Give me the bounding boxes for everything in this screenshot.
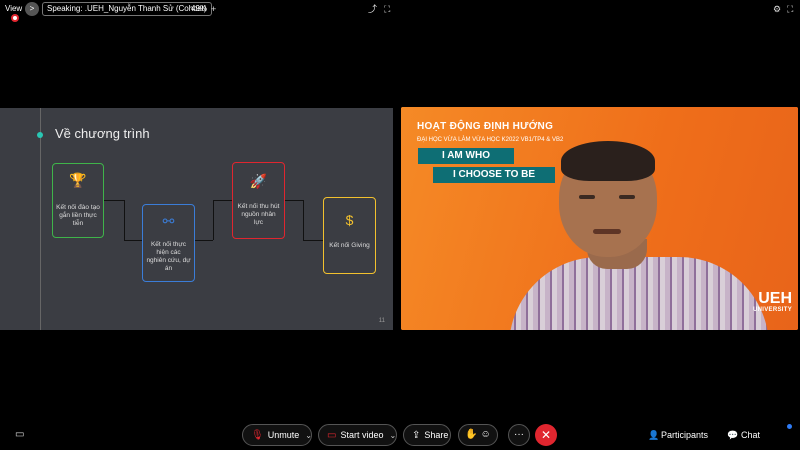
zoom-in-icon[interactable]: + [211, 3, 216, 15]
share-screen-icon[interactable]: ⤴ [368, 3, 377, 15]
video-banner-title: HOẠT ĐỘNG ĐỊNH HƯỚNG [417, 121, 554, 132]
speaker-eye [619, 195, 635, 199]
connector-line [213, 200, 214, 240]
card-label: Kết nối thu hút nguồn nhân lực [237, 203, 280, 226]
captions-icon[interactable]: ▭ [15, 429, 24, 440]
participant-video[interactable]: HOẠT ĐỘNG ĐỊNH HƯỚNG ĐẠI HỌC VỪA LÀM VỪA… [401, 107, 798, 330]
zoom-level: 49% [191, 4, 208, 13]
chat-button[interactable]: Chat [741, 430, 760, 440]
network-icon: ⚯ [162, 213, 175, 229]
participants-button[interactable]: Participants [661, 430, 708, 440]
leave-meeting-button[interactable]: ✕ [535, 424, 557, 446]
video-banner-subtitle: ĐẠI HỌC VỪA LÀM VỪA HỌC K2022 VB1/TP4 & … [417, 137, 564, 143]
chevron-down-icon[interactable]: ⌄ [389, 431, 396, 440]
rocket-icon: 🚀 [249, 173, 268, 189]
share-label: Share [424, 430, 449, 440]
card-label: Kết nối đào tạo gắn liền thực tiễn [56, 204, 100, 227]
share-button[interactable]: ⇪ Share [403, 424, 451, 446]
slide-title: Về chương trình [55, 126, 150, 141]
connector-line [124, 240, 142, 241]
start-video-button[interactable]: ▭ Start video ⌄ [318, 424, 397, 446]
unmute-label: Unmute [267, 430, 300, 440]
connector-line [303, 240, 323, 241]
share-icon: ⇪ [412, 430, 421, 441]
connector-line [195, 240, 213, 241]
slide-bullet-dot [37, 132, 43, 138]
video-banner-tag: I AM WHO [418, 148, 514, 164]
chevron-down-icon[interactable]: ⌄ [305, 431, 312, 440]
participants-icon[interactable]: 👤 [648, 430, 659, 441]
maximize-icon[interactable]: ⛶ [787, 3, 793, 15]
expand-chevron-icon[interactable]: > [25, 2, 39, 16]
camera-off-icon: ▭ [327, 430, 337, 441]
close-icon: ✕ [540, 428, 552, 442]
more-options-button[interactable]: ··· [508, 424, 530, 446]
logo-main: UEH [758, 290, 792, 307]
logo-sub: UNIVERSITY [752, 307, 792, 313]
raise-hand-icon: ✋ [465, 429, 478, 440]
reactions-button[interactable]: ✋ ☺ [458, 424, 498, 446]
active-speaker-label: Speaking: .UEH_Nguyễn Thanh Sử (Cohost) [42, 2, 212, 16]
settings-icon[interactable]: ⚙ [773, 3, 781, 15]
speaker-eye [579, 195, 595, 199]
recording-indicator [11, 14, 19, 22]
mic-muted-icon: 🎙 [251, 430, 264, 441]
card-label: Kết nối Giving [329, 242, 370, 249]
trophy-icon: 🏆 [69, 172, 87, 188]
speaker-hair [561, 141, 655, 181]
fullscreen-icon[interactable]: ⛶ [384, 3, 390, 15]
connector-line [104, 200, 124, 201]
start-video-label: Start video [340, 430, 384, 440]
ueh-logo: UEH UNIVERSITY [752, 290, 792, 314]
emoji-icon: ☺ [480, 429, 491, 440]
slide-page-number: 11 [378, 318, 385, 324]
connector-line [303, 200, 304, 240]
slide-card-giving: $ Kết nối Giving [323, 197, 376, 274]
chat-icon[interactable]: 💬 [727, 430, 738, 441]
connector-line [285, 200, 303, 201]
slide-vertical-line [40, 108, 41, 330]
connector-line [124, 200, 125, 240]
video-banner-tag: I CHOOSE TO BE [433, 167, 555, 183]
speaker-mouth [593, 229, 621, 234]
card-label: Kết nối thực hiện các nghiên cứu, dự án [146, 241, 191, 272]
notification-dot [787, 424, 792, 429]
slide-card-training: 🏆 Kết nối đào tạo gắn liền thực tiễn [52, 163, 104, 238]
coins-icon: $ [345, 212, 354, 228]
shared-slide: Về chương trình 🏆 Kết nối đào tạo gắn li… [0, 108, 393, 330]
slide-card-research: ⚯ Kết nối thực hiện các nghiên cứu, dự á… [142, 204, 195, 282]
view-menu[interactable]: View [5, 4, 22, 13]
slide-card-recruitment: 🚀 Kết nối thu hút nguồn nhân lực [232, 162, 285, 239]
connector-line [213, 200, 232, 201]
unmute-button[interactable]: 🎙 Unmute ⌄ [242, 424, 312, 446]
